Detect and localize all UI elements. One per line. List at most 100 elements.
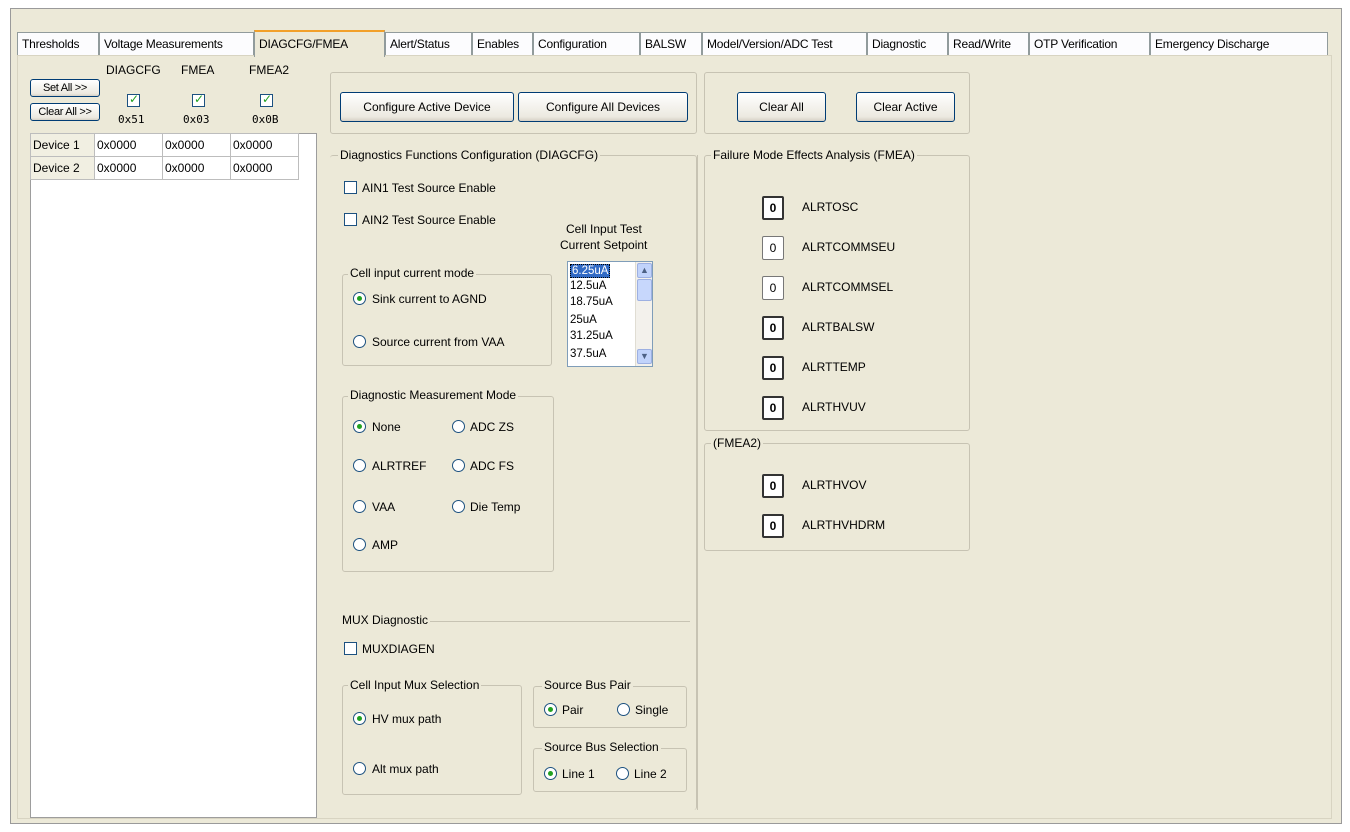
sink-current-label: Sink current to AGND <box>372 292 487 306</box>
tab-voltage-measurements[interactable]: Voltage Measurements <box>99 32 254 56</box>
fmea-value-box[interactable]: 0 <box>762 356 784 380</box>
grid-cell[interactable]: 0x0000 <box>94 133 163 157</box>
hv-mux-radio[interactable] <box>353 712 366 725</box>
mode-vaa-label: VAA <box>372 500 396 514</box>
current-setpoint-listbox[interactable]: 6.25uA 12.5uA 18.75uA 25uA 31.25uA 37.5u… <box>567 261 653 367</box>
list-item[interactable]: 18.75uA <box>570 296 613 308</box>
list-item[interactable]: 37.5uA <box>570 348 606 360</box>
set-all-button[interactable]: Set All >> <box>30 79 100 97</box>
scroll-down-icon[interactable]: ▼ <box>637 349 652 364</box>
tab-configuration[interactable]: Configuration <box>533 32 640 56</box>
bus-single-radio[interactable] <box>617 703 630 716</box>
tab-balsw[interactable]: BALSW <box>640 32 702 56</box>
fmea-alrttemp-label: ALRTTEMP <box>802 360 866 374</box>
fmea-select-checkbox[interactable] <box>192 92 205 107</box>
mode-alrtref-radio[interactable] <box>353 459 366 472</box>
source-current-radio[interactable] <box>353 335 366 348</box>
bus-pair-title: Source Bus Pair <box>542 678 633 692</box>
table-row: Device 2 0x0000 0x0000 0x0000 <box>30 156 299 180</box>
diagcfg-select-checkbox[interactable] <box>127 92 140 107</box>
mode-adc-zs-label: ADC ZS <box>470 420 515 434</box>
measurement-mode-title: Diagnostic Measurement Mode <box>348 388 519 402</box>
tab-diagnostic[interactable]: Diagnostic <box>867 32 948 56</box>
fmea-value-box[interactable]: 0 <box>762 196 784 220</box>
ain1-checkbox[interactable] <box>344 181 357 194</box>
mode-amp-label: AMP <box>372 538 399 552</box>
column-separator <box>697 155 698 810</box>
tab-otp-verification[interactable]: OTP Verification <box>1029 32 1150 56</box>
muxdiagen-checkbox[interactable] <box>344 642 357 655</box>
fmea2-alrthvhdrm-label: ALRTHVHDRM <box>802 518 886 532</box>
sink-current-radio[interactable] <box>353 292 366 305</box>
fmea-value-box[interactable]: 0 <box>762 396 784 420</box>
ain2-label: AIN2 Test Source Enable <box>362 213 496 227</box>
fmea-alrthvuv-label: ALRTHVUV <box>802 400 866 414</box>
col-header-fmea: FMEA <box>181 63 215 77</box>
fmea2-alrthvov-label: ALRTHVOV <box>802 478 867 492</box>
mode-die-temp-label: Die Temp <box>470 500 521 514</box>
line1-radio[interactable] <box>544 767 557 780</box>
mode-adc-fs-radio[interactable] <box>452 459 465 472</box>
alt-mux-label: Alt mux path <box>372 762 439 776</box>
listbox-scrollbar[interactable]: ▲ ▼ <box>635 262 652 366</box>
fmea-value-box[interactable]: 0 <box>762 276 784 300</box>
fmea2-value-box[interactable]: 0 <box>762 514 784 538</box>
tab-enables[interactable]: Enables <box>472 32 533 56</box>
fmea2-group-title: (FMEA2) <box>711 436 763 450</box>
clear-all-grid-button[interactable]: Clear All >> <box>30 103 100 121</box>
alt-mux-radio[interactable] <box>353 762 366 775</box>
configure-active-device-button[interactable]: Configure Active Device <box>340 92 514 122</box>
grid-cell[interactable]: 0x0000 <box>162 133 231 157</box>
mode-none-radio[interactable] <box>353 420 366 433</box>
bus-selection-title: Source Bus Selection <box>542 740 661 754</box>
fmea2-select-checkbox[interactable] <box>260 92 273 107</box>
current-mode-title: Cell input current mode <box>348 266 477 280</box>
tab-emergency-discharge[interactable]: Emergency Discharge <box>1150 32 1328 56</box>
fmea-alrtbalsw-label: ALRTBALSW <box>802 320 875 334</box>
configure-all-devices-button[interactable]: Configure All Devices <box>518 92 688 122</box>
setpoint-label-line2: Current Setpoint <box>560 238 648 252</box>
mux-separator <box>430 621 690 622</box>
list-item[interactable]: 12.5uA <box>570 280 606 292</box>
list-item[interactable]: 25uA <box>570 314 597 326</box>
fmea2-value-box[interactable]: 0 <box>762 474 784 498</box>
mode-die-temp-radio[interactable] <box>452 500 465 513</box>
clear-all-button[interactable]: Clear All <box>737 92 826 122</box>
tab-thresholds[interactable]: Thresholds <box>17 32 99 56</box>
tab-read-write[interactable]: Read/Write <box>948 32 1029 56</box>
tab-diagcfg-fmea[interactable]: DIAGCFG/FMEA <box>254 30 385 57</box>
mode-amp-radio[interactable] <box>353 538 366 551</box>
row-header[interactable]: Device 1 <box>30 133 95 157</box>
register-grid-panel <box>30 133 317 818</box>
bus-pair-label: Pair <box>562 703 584 717</box>
tab-model-version-adc-test[interactable]: Model/Version/ADC Test <box>702 32 867 56</box>
fmea-value-box[interactable]: 0 <box>762 236 784 260</box>
grid-cell[interactable]: 0x0000 <box>162 156 231 180</box>
table-row: Device 1 0x0000 0x0000 0x0000 <box>30 133 299 157</box>
clear-active-button[interactable]: Clear Active <box>856 92 955 122</box>
muxdiagen-label: MUXDIAGEN <box>362 642 435 656</box>
ain2-checkbox[interactable] <box>344 213 357 226</box>
bus-pair-radio[interactable] <box>544 703 557 716</box>
grid-cell[interactable]: 0x0000 <box>230 156 299 180</box>
bus-single-label: Single <box>635 703 669 717</box>
grid-cell[interactable]: 0x0000 <box>230 133 299 157</box>
tab-alert-status[interactable]: Alert/Status <box>385 32 472 56</box>
grid-cell[interactable]: 0x0000 <box>94 156 163 180</box>
fmea-group-title: Failure Mode Effects Analysis (FMEA) <box>711 148 917 162</box>
line2-radio[interactable] <box>616 767 629 780</box>
scroll-up-icon[interactable]: ▲ <box>637 263 652 278</box>
list-item[interactable]: 31.25uA <box>570 330 613 342</box>
mode-vaa-radio[interactable] <box>353 500 366 513</box>
col-header-fmea2: FMEA2 <box>249 63 290 77</box>
mode-adc-zs-radio[interactable] <box>452 420 465 433</box>
mux-selection-title: Cell Input Mux Selection <box>348 678 482 692</box>
fmea2-group <box>704 443 970 551</box>
fmea-value-box[interactable]: 0 <box>762 316 784 340</box>
source-current-label: Source current from VAA <box>372 335 505 349</box>
list-item[interactable]: 6.25uA <box>570 264 611 278</box>
mode-none-label: None <box>372 420 401 434</box>
scroll-thumb[interactable] <box>637 279 652 301</box>
fmea-alrtcommsel-label: ALRTCOMMSEL <box>802 280 894 294</box>
row-header[interactable]: Device 2 <box>30 156 95 180</box>
